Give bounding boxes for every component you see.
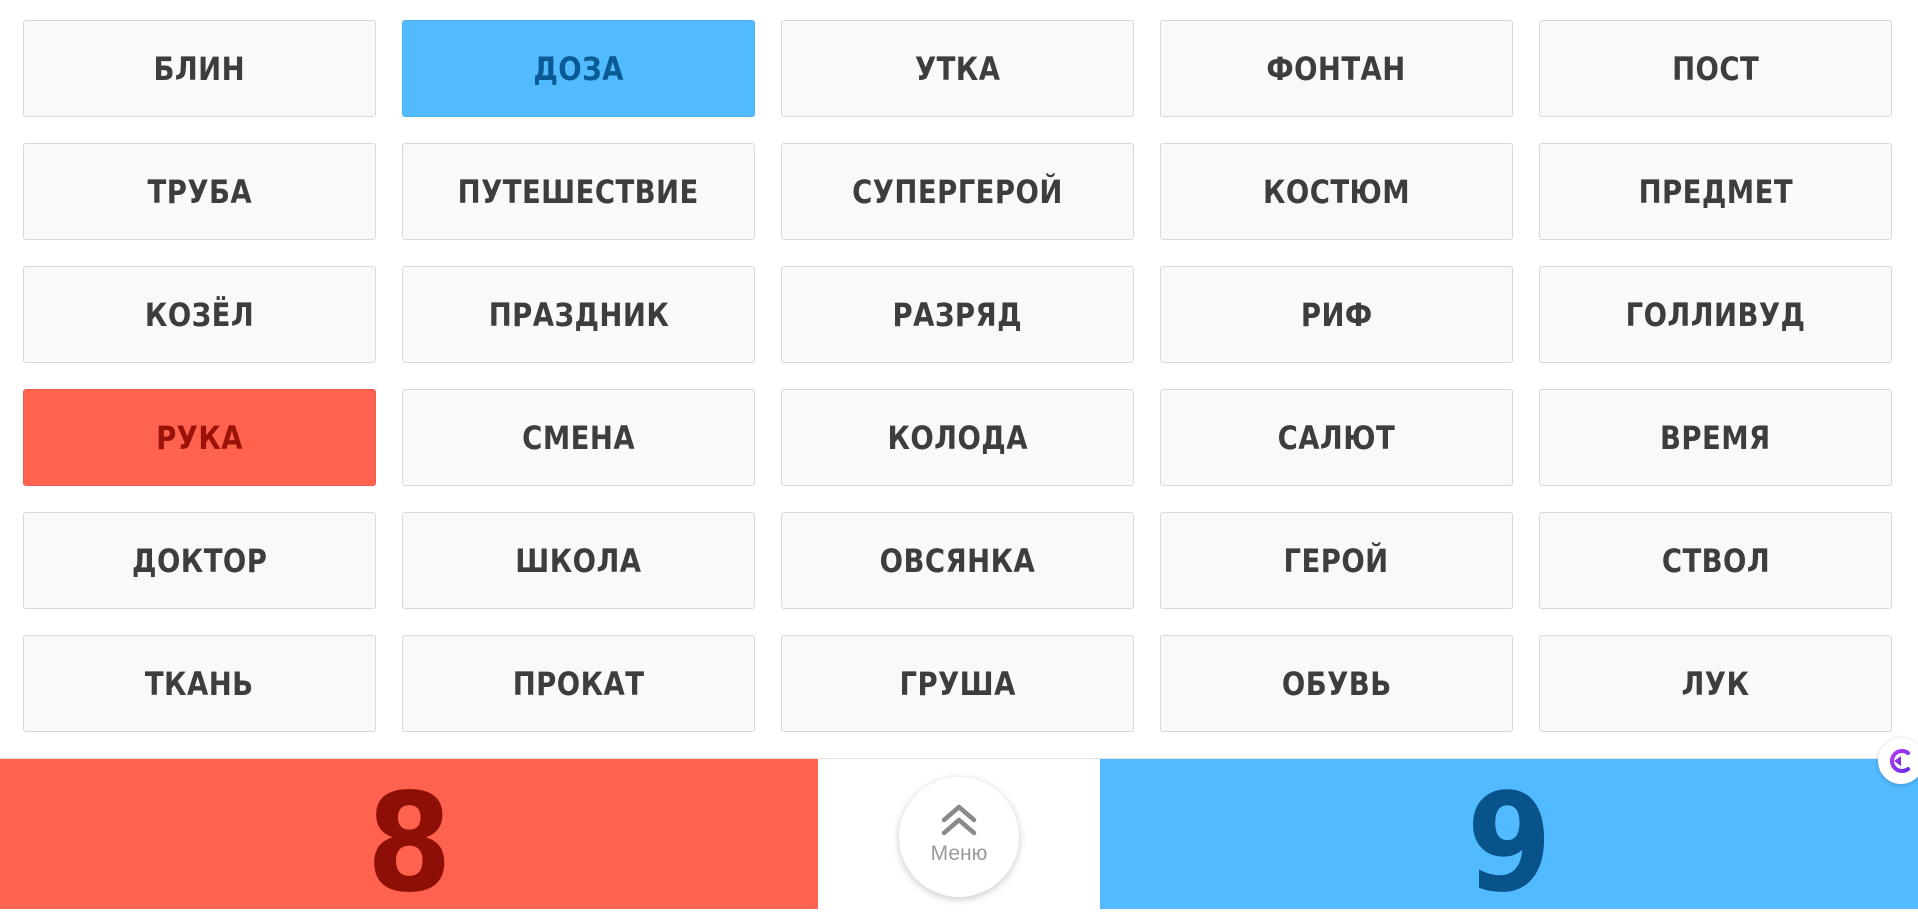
word-label: РАЗРЯД	[892, 295, 1023, 334]
word-label: ПРЕДМЕТ	[1638, 172, 1793, 211]
word-card-blue[interactable]: ДОЗА	[402, 20, 755, 117]
menu-button[interactable]: Меню	[899, 777, 1019, 897]
word-label: БЛИН	[153, 49, 246, 88]
word-label: СТВОЛ	[1661, 541, 1770, 580]
word-label: КОСТЮМ	[1262, 172, 1411, 211]
word-card[interactable]: ПРЕДМЕТ	[1539, 143, 1892, 240]
blue-team-score: 9	[1466, 765, 1552, 923]
word-label: УТКА	[914, 49, 1001, 88]
word-label: СМЕНА	[522, 418, 635, 457]
word-card[interactable]: КОЛОДА	[781, 389, 1134, 486]
word-label: ЛУК	[1681, 664, 1750, 703]
word-label: ШКОЛА	[515, 541, 642, 580]
word-label: САЛЮТ	[1277, 418, 1396, 457]
word-label: ОВСЯНКА	[879, 541, 1036, 580]
word-label: ДОЗА	[533, 49, 624, 88]
word-label: КОЗЁЛ	[144, 295, 255, 334]
word-card[interactable]: ТРУБА	[23, 143, 376, 240]
word-card[interactable]: ФОНТАН	[1160, 20, 1513, 117]
word-card[interactable]: КОЗЁЛ	[23, 266, 376, 363]
word-card[interactable]: САЛЮТ	[1160, 389, 1513, 486]
word-card[interactable]: ОВСЯНКА	[781, 512, 1134, 609]
red-team-score-panel: 8	[0, 759, 818, 923]
word-card[interactable]: ПОСТ	[1539, 20, 1892, 117]
double-chevron-up-icon	[941, 804, 977, 836]
word-card[interactable]: БЛИН	[23, 20, 376, 117]
word-label: ПУТЕШЕСТВИЕ	[457, 172, 700, 211]
assistant-icon	[1890, 749, 1910, 773]
word-card[interactable]: СТВОЛ	[1539, 512, 1892, 609]
word-label: ПРАЗДНИК	[488, 295, 669, 334]
word-card[interactable]: ГОЛЛИВУД	[1539, 266, 1892, 363]
word-label: ГРУША	[899, 664, 1016, 703]
word-card[interactable]: СМЕНА	[402, 389, 755, 486]
word-board: БЛИН ДОЗА УТКА ФОНТАН ПОСТ ТРУБА ПУТЕШЕС…	[0, 0, 1918, 758]
word-card[interactable]: ОБУВЬ	[1160, 635, 1513, 732]
word-card[interactable]: ПУТЕШЕСТВИЕ	[402, 143, 755, 240]
blue-team-score-panel: 9	[1100, 759, 1918, 923]
word-card[interactable]: ПРАЗДНИК	[402, 266, 755, 363]
word-label: ГОЛЛИВУД	[1625, 295, 1806, 334]
red-team-score: 8	[366, 765, 452, 923]
word-card[interactable]: РИФ	[1160, 266, 1513, 363]
word-label: ФОНТАН	[1266, 49, 1407, 88]
word-card[interactable]: ШКОЛА	[402, 512, 755, 609]
word-card[interactable]: ТКАНЬ	[23, 635, 376, 732]
word-label: ВРЕМЯ	[1660, 418, 1771, 457]
word-card[interactable]: ВРЕМЯ	[1539, 389, 1892, 486]
word-label: ТРУБА	[147, 172, 252, 211]
word-label: ДОКТОР	[131, 541, 268, 580]
word-card[interactable]: ЛУК	[1539, 635, 1892, 732]
word-card[interactable]: РАЗРЯД	[781, 266, 1134, 363]
word-card[interactable]: ДОКТОР	[23, 512, 376, 609]
word-card[interactable]: УТКА	[781, 20, 1134, 117]
assistant-widget-button[interactable]	[1878, 738, 1918, 784]
word-label: ПРОКАТ	[512, 664, 645, 703]
word-label: ПОСТ	[1671, 49, 1760, 88]
word-label: ОБУВЬ	[1281, 664, 1392, 703]
word-label: СУПЕРГЕРОЙ	[852, 172, 1063, 211]
word-card[interactable]: ГРУША	[781, 635, 1134, 732]
word-label: ТКАНЬ	[145, 664, 254, 703]
word-card[interactable]: ГЕРОЙ	[1160, 512, 1513, 609]
word-card-red[interactable]: РУКА	[23, 389, 376, 486]
word-label: РУКА	[156, 418, 243, 457]
word-card[interactable]: ПРОКАТ	[402, 635, 755, 732]
word-label: РИФ	[1300, 295, 1373, 334]
word-card[interactable]: СУПЕРГЕРОЙ	[781, 143, 1134, 240]
word-label: ГЕРОЙ	[1283, 541, 1390, 580]
menu-label: Меню	[930, 842, 988, 865]
score-bar: 8 Меню 9	[0, 758, 1918, 923]
word-label: КОЛОДА	[887, 418, 1028, 457]
word-card[interactable]: КОСТЮМ	[1160, 143, 1513, 240]
